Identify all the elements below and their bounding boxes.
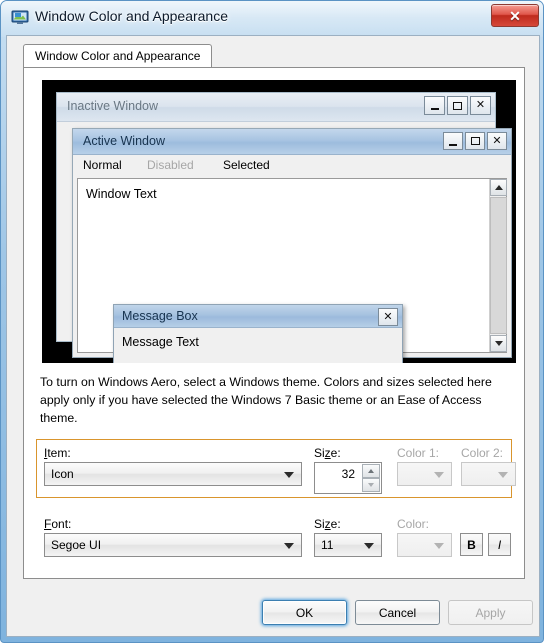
font-color-combobox (397, 533, 452, 557)
tab-panel: Inactive Window ✕ Active Window ✕ Normal… (23, 67, 525, 579)
ok-button[interactable]: OK (262, 600, 347, 625)
message-box-caption-buttons: ✕ (378, 308, 398, 326)
active-minimize-button[interactable] (443, 132, 463, 150)
chevron-down-icon (494, 341, 503, 346)
scrollbar-thumb[interactable] (490, 197, 507, 334)
active-window-title: Active Window (83, 134, 165, 148)
close-icon: ✕ (383, 310, 393, 323)
color1-combobox (397, 462, 452, 486)
font-size-label: Size: (314, 517, 341, 531)
title-bar: Window Color and Appearance ✕ (1, 1, 544, 35)
font-combobox-value: Segoe UI (51, 538, 102, 552)
scroll-up-button[interactable] (490, 179, 507, 196)
inactive-window-titlebar: Inactive Window ✕ (57, 93, 495, 122)
inactive-maximize-button[interactable] (447, 96, 468, 115)
active-maximize-button[interactable] (465, 132, 485, 150)
message-box-close-button[interactable]: ✕ (378, 308, 398, 326)
color1-label: Color 1: (397, 446, 440, 460)
inactive-minimize-button[interactable] (424, 96, 445, 115)
chevron-down-icon (434, 472, 444, 478)
message-box-text: Message Text (122, 335, 199, 349)
chevron-down-icon (284, 543, 294, 549)
item-combobox-value: Icon (51, 467, 74, 481)
preview-active-window: Active Window ✕ Normal Disabled Selected (72, 128, 512, 363)
close-icon: ✕ (509, 7, 521, 24)
italic-toggle-button[interactable]: I (488, 533, 511, 556)
message-box-title: Message Box (122, 309, 198, 323)
font-size-combobox[interactable]: 11 (314, 533, 382, 557)
item-size-spinner[interactable]: 32 (314, 462, 382, 494)
inactive-window-caption-buttons: ✕ (424, 96, 491, 115)
item-label: Item: (44, 446, 71, 460)
appearance-preview: Inactive Window ✕ Active Window ✕ Normal… (42, 80, 516, 363)
item-size-increment-button[interactable] (362, 464, 380, 478)
preview-menu-bar: Normal Disabled Selected (73, 155, 511, 177)
item-size-label: Size: (314, 446, 341, 460)
font-size-value: 11 (321, 538, 334, 552)
item-combobox[interactable]: Icon (44, 462, 302, 486)
menu-item-disabled: Disabled (147, 158, 194, 172)
scroll-down-button[interactable] (490, 335, 507, 352)
item-size-spin-buttons (362, 464, 380, 492)
apply-button: Apply (448, 600, 533, 625)
preview-message-box: Message Box ✕ Message Text OK (113, 304, 403, 363)
active-window-titlebar: Active Window ✕ (73, 129, 511, 155)
close-icon: ✕ (475, 99, 486, 111)
window-close-button[interactable]: ✕ (491, 4, 539, 27)
display-personalization-icon (11, 8, 29, 26)
inactive-close-button[interactable]: ✕ (470, 96, 491, 115)
font-label: Font: (44, 517, 72, 531)
dialog-button-strip: OK Cancel Apply (6, 587, 540, 637)
window-color-and-appearance-dialog: Window Color and Appearance ✕ Window Col… (0, 0, 544, 643)
item-size-decrement-button[interactable] (362, 478, 380, 492)
chevron-down-icon (284, 472, 294, 478)
message-box-titlebar: Message Box ✕ (114, 305, 402, 328)
menu-item-selected[interactable]: Selected (223, 158, 270, 172)
font-color-label: Color: (397, 517, 430, 531)
tab-strip: Window Color and Appearance (23, 44, 525, 68)
inactive-window-title: Inactive Window (67, 99, 159, 113)
dialog-client-area: Window Color and Appearance Inactive Win… (6, 35, 540, 587)
triangle-down-icon (368, 483, 374, 487)
italic-label: I (497, 537, 502, 552)
chevron-down-icon (364, 543, 374, 549)
color2-combobox (461, 462, 516, 486)
chevron-down-icon (434, 543, 444, 549)
chevron-up-icon (494, 185, 503, 190)
preview-vertical-scrollbar[interactable] (489, 179, 507, 352)
close-icon: ✕ (492, 134, 502, 147)
window-title: Window Color and Appearance (35, 8, 229, 24)
cancel-button[interactable]: Cancel (355, 600, 440, 625)
triangle-up-icon (368, 469, 374, 473)
active-window-caption-buttons: ✕ (443, 132, 507, 150)
item-size-value: 32 (341, 467, 355, 481)
bold-label: B (467, 537, 476, 552)
bold-toggle-button[interactable]: B (460, 533, 483, 556)
preview-window-text: Window Text (86, 187, 157, 201)
color2-label: Color 2: (461, 446, 504, 460)
tab-window-color-and-appearance[interactable]: Window Color and Appearance (23, 44, 213, 68)
chevron-down-icon (498, 472, 508, 478)
active-close-button[interactable]: ✕ (487, 132, 507, 150)
font-combobox[interactable]: Segoe UI (44, 533, 302, 557)
description-text: To turn on Windows Aero, select a Window… (40, 375, 492, 425)
menu-item-normal[interactable]: Normal (83, 158, 122, 172)
